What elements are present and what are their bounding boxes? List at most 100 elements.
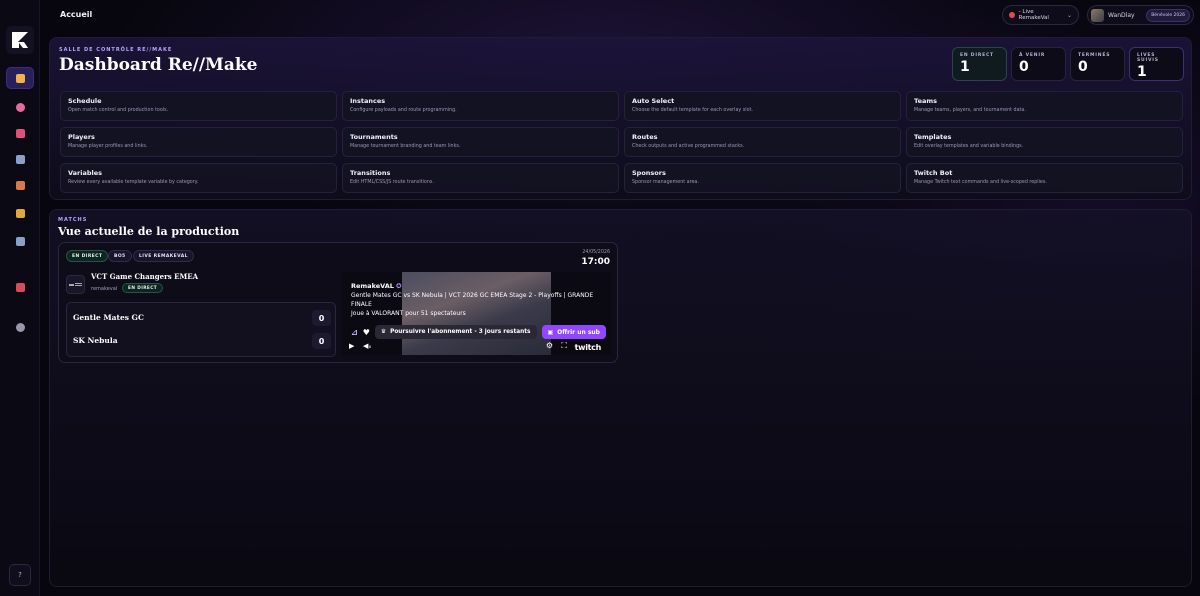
live-selector-label: - Live RemakeVal — [1018, 9, 1049, 21]
sidebar-item-calendar[interactable] — [6, 148, 34, 170]
nav-card-teams[interactable]: Teams Manage teams, players, and tourname… — [906, 91, 1183, 121]
stat-upcoming: À VENIR 0 — [1011, 47, 1066, 81]
nav-card-transitions[interactable]: Transitions Edit HTML/CSS/JS route transi… — [342, 163, 619, 193]
dashboard-header: SALLE DE CONTRÔLE RE//MAKE Dashboard Re/… — [49, 37, 1192, 200]
team-name: SK Nebula — [73, 336, 118, 345]
stat-label: EN DIRECT — [960, 53, 994, 58]
card-title: Schedule — [68, 97, 102, 105]
live-channel-pill: LIVE REMAKEVAL — [133, 250, 194, 262]
card-title: Twitch Bot — [914, 169, 953, 177]
match-time: 17:00 — [581, 257, 610, 267]
stat-label: TERMINÉS — [1078, 53, 1111, 58]
nav-card-schedule[interactable]: Schedule Open match control and productio… — [60, 91, 337, 121]
stat-value: 0 — [1019, 59, 1029, 75]
stat-value: 1 — [960, 59, 970, 75]
team-row: Gentle Mates GC 0 — [73, 310, 331, 326]
heart-icon[interactable]: ♥ — [363, 328, 370, 337]
nav-card-instances[interactable]: Instances Configure payloads and route pr… — [342, 91, 619, 121]
verified-icon: ✪ — [396, 282, 402, 290]
event-name: VCT Game Changers EMEA — [91, 272, 199, 281]
gift-sub-label: Offrir un sub — [557, 328, 600, 336]
nav-card-variables[interactable]: Variables Review every available template… — [60, 163, 337, 193]
nav-card-templates[interactable]: Templates Edit overlay templates and vari… — [906, 127, 1183, 157]
matches-panel: MATCHS Vue actuelle de la production EN … — [49, 209, 1192, 587]
live-selector[interactable]: - Live RemakeVal ⌄ — [1002, 5, 1079, 25]
stat-label: LIVES SUIVIS — [1137, 53, 1159, 63]
sidebar-item-gear[interactable] — [6, 316, 34, 338]
matches-eyebrow: MATCHS — [58, 217, 88, 223]
card-description: Choose the default template for each ove… — [632, 108, 753, 113]
chevron-down-icon: ⌄ — [1066, 11, 1072, 19]
continue-sub-label: Poursuivre l'abonnement - 3 jours restan… — [390, 329, 531, 335]
folder-icon — [15, 208, 25, 218]
twitch-wordmark[interactable]: twitch — [575, 343, 602, 352]
nav-card-players[interactable]: Players Manage player profiles and links. — [60, 127, 337, 157]
card-title: Tournaments — [350, 133, 398, 141]
nav-card-sponsors[interactable]: Sponsors Sponsor management area. — [624, 163, 901, 193]
stat-label: À VENIR — [1019, 53, 1046, 58]
logo-icon — [12, 32, 28, 48]
card-description: Edit HTML/CSS/JS route transitions. — [350, 180, 434, 185]
twitch-embed[interactable]: RemakeVAL ✪ Gentle Mates GC vs SK Nebula… — [342, 272, 611, 355]
match-card[interactable]: EN DIRECT BO5 LIVE REMAKEVAL 24/05/2026 … — [58, 242, 618, 363]
sidebar: ? — [0, 0, 40, 596]
stream-channel-name[interactable]: RemakeVAL — [351, 282, 394, 290]
sidebar-item-package[interactable] — [6, 174, 34, 196]
app-logo[interactable] — [6, 26, 34, 54]
sidebar-item-palette[interactable] — [6, 96, 34, 118]
match-date: 24/05/2026 — [582, 250, 610, 255]
gift-icon: ▣ — [547, 328, 554, 336]
user-name: WanDlay — [1108, 11, 1135, 19]
stream-info: RemakeVAL ✪ Gentle Mates GC vs SK Nebula… — [351, 282, 611, 318]
user-menu[interactable]: WanDlay Bénévole 2026 — [1087, 5, 1194, 25]
card-description: Manage player profiles and links. — [68, 144, 148, 149]
package-icon — [15, 180, 25, 190]
topbar: Accueil - Live RemakeVal ⌄ WanDlay Bénév… — [40, 0, 1200, 30]
stat-followed-lives: LIVES SUIVIS 1 — [1129, 47, 1184, 81]
card-description: Manage teams, players, and tournament da… — [914, 108, 1026, 113]
card-title: Transitions — [350, 169, 391, 177]
crown-icon: ♛ — [380, 329, 387, 335]
sidebar-item-joystick[interactable] — [6, 276, 34, 298]
team-score: 0 — [312, 333, 331, 349]
play-icon[interactable]: ▶ — [349, 342, 354, 350]
breadcrumb[interactable]: Accueil — [60, 10, 92, 19]
avatar — [1091, 8, 1104, 22]
team-row: SK Nebula 0 — [73, 333, 331, 349]
sidebar-item-pin[interactable] — [6, 122, 34, 144]
sidebar-item-chart[interactable] — [6, 230, 34, 252]
card-description: Edit overlay templates and variable bind… — [914, 144, 1024, 149]
gift-sub-button[interactable]: ▣ Offrir un sub — [541, 325, 606, 339]
team-score: 0 — [312, 310, 331, 326]
card-title: Variables — [68, 169, 103, 177]
team-name: Gentle Mates GC — [73, 313, 144, 322]
sidebar-item-folder[interactable] — [6, 202, 34, 224]
tournament-logo — [66, 275, 85, 294]
chart-icon — [15, 236, 25, 246]
role-badge: Bénévole 2026 — [1146, 8, 1190, 22]
card-title: Instances — [350, 97, 386, 105]
nav-card-auto-select[interactable]: Auto Select Choose the default template f… — [624, 91, 901, 121]
card-description: Sponsor management area. — [632, 180, 699, 185]
channel-name[interactable]: remakeval — [91, 286, 117, 292]
fullscreen-icon[interactable]: ⛶ — [561, 341, 567, 351]
nav-card-tournaments[interactable]: Tournaments Manage tournament branding an… — [342, 127, 619, 157]
section-title: Vue actuelle de la production — [58, 225, 240, 238]
stream-game: Joue à VALORANT pour 51 spectateurs — [351, 310, 466, 317]
twitch-logo-icon: ⊿ — [351, 327, 358, 337]
format-pill: BO5 — [108, 250, 132, 262]
nav-card-twitch-bot[interactable]: Twitch Bot Manage Twitch text commands an… — [906, 163, 1183, 193]
card-title: Players — [68, 133, 95, 141]
nav-card-routes[interactable]: Routes Check outputs and active programme… — [624, 127, 901, 157]
card-description: Open match control and production tools. — [68, 108, 169, 113]
home-icon — [15, 73, 25, 83]
settings-gear-icon[interactable]: ⚙ — [546, 341, 553, 350]
help-button[interactable]: ? — [9, 564, 31, 586]
continue-sub-button[interactable]: ♛ Poursuivre l'abonnement - 3 jours rest… — [374, 325, 537, 339]
volume-icon[interactable]: ◀ₓ — [363, 342, 372, 350]
card-description: Manage tournament branding and team link… — [350, 144, 461, 149]
card-description: Configure payloads and route programming… — [350, 108, 457, 113]
sidebar-item-home[interactable] — [6, 67, 34, 89]
status-badge: EN DIRECT — [122, 283, 164, 293]
card-title: Sponsors — [632, 169, 666, 177]
